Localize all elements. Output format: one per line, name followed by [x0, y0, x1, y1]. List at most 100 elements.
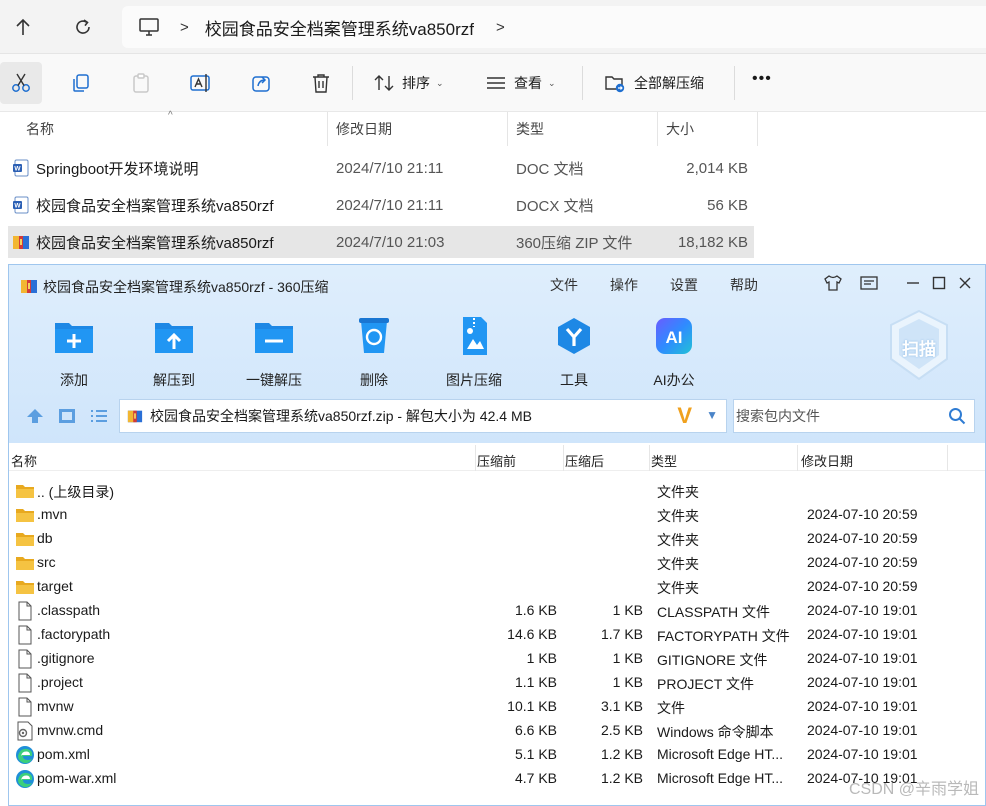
entry-name: .classpath — [37, 602, 101, 618]
maximize-icon[interactable] — [929, 273, 949, 293]
entry-date: 2024-07-10 20:59 — [807, 530, 918, 546]
delete-zip-button[interactable]: 删除 — [334, 315, 414, 390]
file-type: DOC 文档 — [516, 160, 584, 178]
file-row[interactable]: .project 1.1 KB 1 KB PROJECT 文件 2024-07-10 1… — [9, 671, 985, 695]
one-click-extract-button[interactable]: 一键解压 — [234, 315, 314, 390]
entry-date: 2024-07-10 20:59 — [807, 506, 918, 522]
zip-archive-icon — [13, 236, 29, 249]
add-button[interactable]: 添加 — [34, 315, 114, 390]
image-compress-button[interactable]: 图片压缩 — [434, 315, 514, 390]
copy-icon[interactable] — [66, 68, 96, 98]
folder-row[interactable]: .. (上级目录) 文件夹 — [9, 479, 985, 503]
entry-date: 2024-07-10 19:01 — [807, 626, 918, 642]
entry-name: .project — [37, 674, 83, 690]
close-icon[interactable] — [955, 273, 975, 293]
chevron-down-icon: ⌄ — [548, 77, 556, 88]
sort-button[interactable]: 排序 ⌄ — [374, 73, 444, 93]
zip-column-name[interactable]: 名称 — [11, 451, 37, 470]
edge-icon — [15, 745, 35, 765]
skin-shirt-icon[interactable] — [823, 273, 843, 293]
size-after: 1 KB — [612, 650, 643, 666]
entry-type: PROJECT 文件 — [657, 676, 754, 692]
search-icon[interactable] — [948, 407, 966, 425]
file-row[interactable]: mvnw.cmd 6.6 KB 2.5 KB Windows 命令脚本 2024-07-… — [9, 719, 985, 743]
size-after: 3.1 KB — [600, 698, 643, 714]
explorer-address-bar: > 校园食品安全档案管理系统va850rzf > — [0, 0, 986, 54]
paste-icon[interactable] — [126, 68, 156, 98]
zip-search-input[interactable]: 搜索包内文件 — [733, 399, 975, 433]
folder-row[interactable]: target 文件夹 2024-07-10 20:59 — [9, 575, 985, 599]
view-button[interactable]: 查看 ⌄ — [486, 73, 556, 93]
minimize-icon[interactable] — [903, 273, 923, 293]
share-icon[interactable] — [246, 68, 276, 98]
ai-office-label: AI办公 — [653, 372, 695, 388]
feedback-icon[interactable] — [859, 273, 879, 293]
zip-column-type[interactable]: 类型 — [651, 451, 677, 470]
refresh-icon[interactable] — [68, 12, 98, 42]
zip-path-field[interactable]: 校园食品安全档案管理系统va850rzf.zip - 解包大小为 42.4 MB… — [119, 399, 727, 433]
column-divider — [947, 445, 948, 471]
word-doc-icon: W — [13, 196, 29, 214]
entry-type: 文件夹 — [657, 580, 699, 596]
up-arrow-icon[interactable] — [8, 12, 38, 42]
cut-icon[interactable] — [0, 62, 42, 104]
menu-help[interactable]: 帮助 — [730, 275, 758, 295]
tools-button[interactable]: 工具 — [534, 315, 614, 390]
extract-to-button[interactable]: 解压到 — [134, 315, 214, 390]
file-icon — [15, 673, 35, 693]
column-size[interactable]: 大小 — [658, 112, 758, 146]
zip-path-text: 校园食品安全档案管理系统va850rzf.zip - 解包大小为 42.4 MB — [150, 408, 532, 424]
ai-office-button[interactable]: AI AI办公 — [634, 315, 714, 390]
folder-row[interactable]: db 文件夹 2024-07-10 20:59 — [9, 527, 985, 551]
delete-icon[interactable] — [306, 68, 336, 98]
zip-column-date[interactable]: 修改日期 — [801, 451, 853, 470]
rename-icon[interactable] — [186, 68, 216, 98]
dropdown-arrow-icon[interactable]: ▼ — [706, 408, 718, 422]
file-row[interactable]: W Springboot开发环境说明 2024/7/10 21:11 DOC 文… — [8, 152, 754, 184]
ai-office-icon: AI — [656, 318, 692, 354]
entry-name: .factorypath — [37, 626, 111, 642]
list-view-icon[interactable] — [89, 407, 109, 425]
extract-to-label: 解压到 — [153, 372, 195, 388]
vip-v-icon[interactable]: V — [677, 404, 692, 428]
zip-column-after[interactable]: 压缩后 — [565, 451, 604, 470]
file-row[interactable]: pom-war.xml 4.7 KB 1.2 KB Microsoft Edge HT… — [9, 767, 985, 791]
column-date[interactable]: 修改日期 — [328, 112, 508, 146]
file-row-selected[interactable]: 校园食品安全档案管理系统va850rzf 2024/7/10 21:03 360… — [8, 226, 754, 258]
file-row[interactable]: .classpath 1.6 KB 1 KB CLASSPATH 文件 2024-07-… — [9, 599, 985, 623]
thumbnail-view-icon[interactable] — [57, 407, 77, 425]
file-row[interactable]: .factorypath 14.6 KB 1.7 KB FACTORYPATH 文件 2… — [9, 623, 985, 647]
file-row[interactable]: mvnw 10.1 KB 3.1 KB 文件 2024-07-10 19:01 — [9, 695, 985, 719]
column-type[interactable]: 类型 — [508, 112, 658, 146]
up-level-icon[interactable] — [25, 407, 45, 425]
size-after: 1.2 KB — [600, 746, 643, 762]
folder-row[interactable]: .mvn 文件夹 2024-07-10 20:59 — [9, 503, 985, 527]
menu-file[interactable]: 文件 — [550, 275, 578, 295]
extract-all-button[interactable]: 全部解压缩 — [604, 73, 704, 93]
breadcrumb-folder[interactable]: 校园食品安全档案管理系统va850rzf — [205, 15, 474, 40]
menu-operation[interactable]: 操作 — [610, 275, 638, 295]
column-name[interactable]: 名称 — [18, 112, 328, 146]
size-before: 1.1 KB — [514, 674, 557, 690]
entry-type: CLASSPATH 文件 — [657, 604, 771, 620]
file-row[interactable]: .gitignore 1 KB 1 KB GITIGNORE 文件 2024-07-10… — [9, 647, 985, 671]
one-click-extract-icon — [255, 323, 293, 353]
scan-button[interactable]: 扫描 — [887, 309, 951, 381]
file-name: 校园食品安全档案管理系统va850rzf — [36, 197, 274, 215]
menu-settings[interactable]: 设置 — [670, 275, 698, 295]
more-options-button[interactable]: ••• — [752, 70, 772, 88]
folder-icon — [15, 529, 35, 549]
breadcrumb[interactable]: > 校园食品安全档案管理系统va850rzf > — [122, 6, 986, 48]
file-name: 校园食品安全档案管理系统va850rzf — [36, 234, 274, 252]
file-row[interactable]: pom.xml 5.1 KB 1.2 KB Microsoft Edge HT... 2… — [9, 743, 985, 767]
zip-header: 校园食品安全档案管理系统va850rzf - 360压缩 文件 操作 设置 帮助… — [9, 265, 985, 443]
entry-name: .. (上级目录) — [37, 484, 114, 500]
zip-column-before[interactable]: 压缩前 — [477, 451, 516, 470]
tools-hexagon-icon — [558, 318, 590, 354]
folder-row[interactable]: src 文件夹 2024-07-10 20:59 — [9, 551, 985, 575]
breadcrumb-chevron-icon[interactable]: > — [496, 19, 505, 36]
size-before: 10.1 KB — [507, 698, 557, 714]
sort-up-icon: ^ — [168, 110, 173, 121]
file-row[interactable]: W 校园食品安全档案管理系统va850rzf 2024/7/10 21:11 D… — [8, 189, 754, 221]
view-label: 查看 — [514, 75, 542, 91]
